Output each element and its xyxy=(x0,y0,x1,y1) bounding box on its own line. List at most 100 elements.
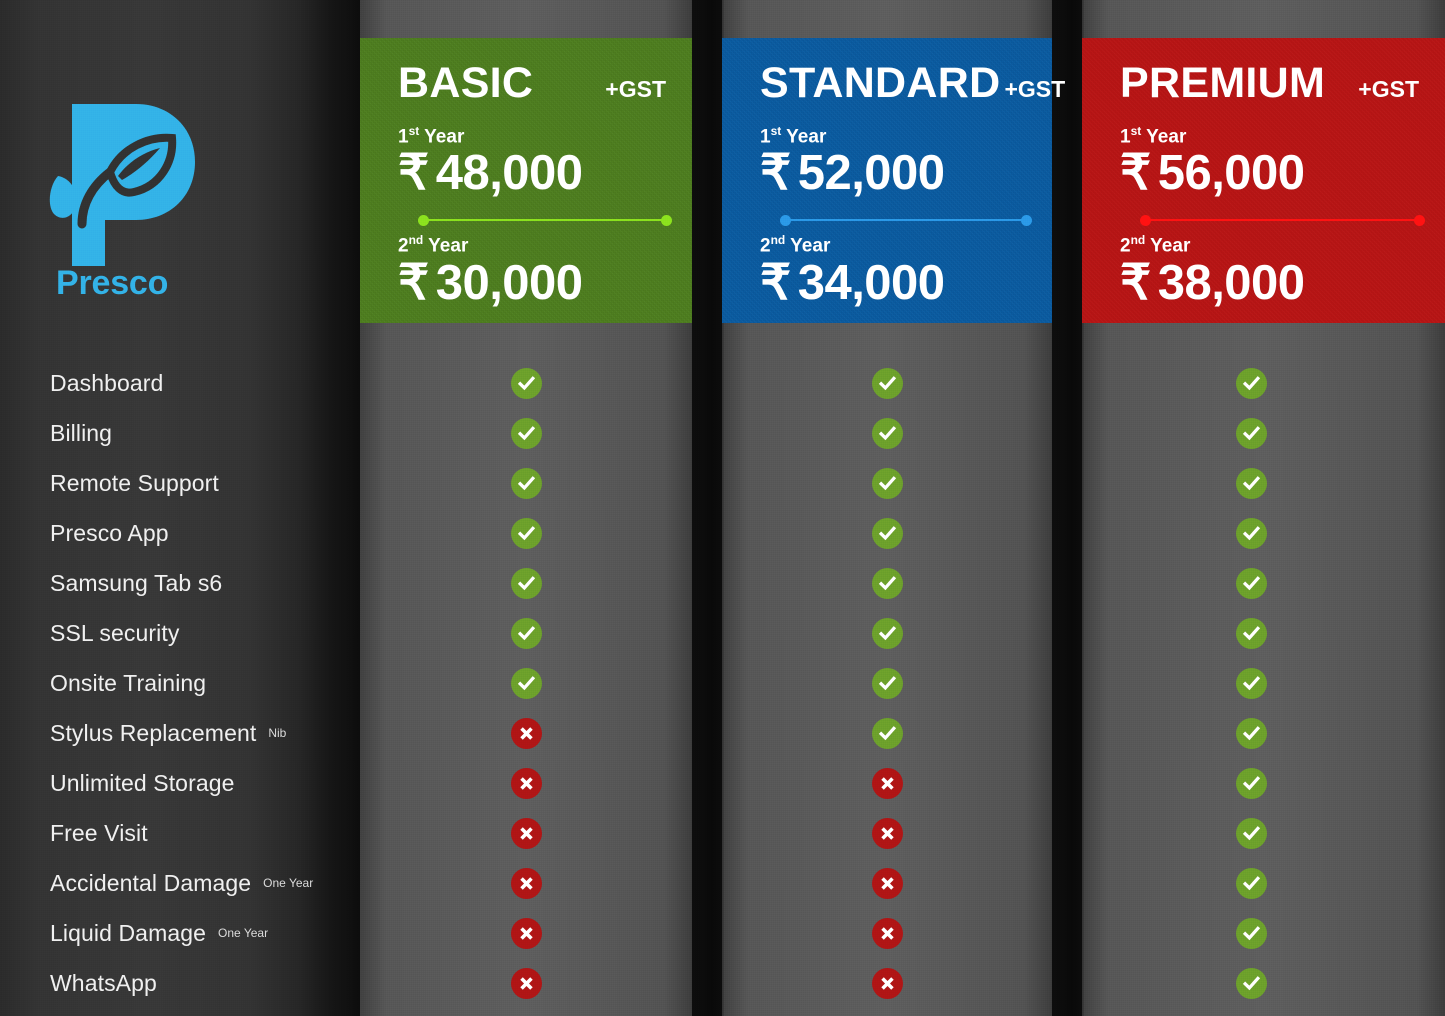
cross-icon xyxy=(871,767,903,799)
divider-dot-right xyxy=(1414,215,1425,227)
status-cell xyxy=(360,508,692,558)
feature-label-list: Dashboard Billing Remote Support Presco App… xyxy=(50,358,350,1008)
status-cell xyxy=(360,558,692,608)
check-icon xyxy=(1236,767,1267,799)
feature-label: Presco App xyxy=(50,519,169,546)
status-cell xyxy=(722,758,1052,808)
status-cell xyxy=(360,758,692,808)
check-icon xyxy=(871,617,903,649)
check-icon xyxy=(1236,667,1267,699)
check-icon xyxy=(871,717,903,749)
plan-title-row: PREMIUM +GST xyxy=(1120,62,1445,105)
status-cell xyxy=(1082,808,1445,858)
status-cell xyxy=(360,808,692,858)
cross-icon xyxy=(510,717,542,749)
feature-label: Free Visit xyxy=(50,819,148,846)
feature-row: Stylus Replacement Nib xyxy=(50,708,350,758)
status-cell xyxy=(722,658,1052,708)
feature-label: Unlimited Storage xyxy=(50,769,235,796)
status-cell xyxy=(1082,508,1445,558)
column-separator xyxy=(692,0,724,1016)
price-divider-premium xyxy=(1140,214,1425,227)
feature-label: Samsung Tab s6 xyxy=(50,569,223,596)
feature-label: SSL security xyxy=(50,619,180,646)
pricing-comparison-table: Presco BASIC +GST 1st Year ₹48,000 2nd Y… xyxy=(0,0,1445,1016)
cross-icon xyxy=(510,967,542,999)
divider-bar xyxy=(424,219,666,222)
second-year-label-premium: 2nd Year xyxy=(1120,233,1191,257)
status-cell xyxy=(360,358,692,408)
feature-row: Accidental Damage One Year xyxy=(50,858,350,908)
feature-row: Liquid Damage One Year xyxy=(50,908,350,958)
feature-row: Onsite Training xyxy=(50,658,350,708)
second-year-price-basic: ₹30,000 xyxy=(398,255,583,310)
status-cell xyxy=(722,708,1052,758)
feature-note: One Year xyxy=(263,876,314,890)
status-cell xyxy=(1082,608,1445,658)
feature-label: WhatsApp xyxy=(50,969,157,996)
feature-label: Accidental Damage xyxy=(50,869,252,896)
second-year-price-standard: ₹34,000 xyxy=(760,255,945,310)
status-cell xyxy=(360,958,692,1008)
status-cell xyxy=(1082,858,1445,908)
divider-bar xyxy=(1146,219,1419,222)
price-divider-standard xyxy=(780,214,1032,227)
divider-bar xyxy=(786,219,1026,222)
status-cell xyxy=(1082,458,1445,508)
check-icon xyxy=(510,517,542,549)
divider-dot-right xyxy=(661,215,672,227)
feature-note: One Year xyxy=(218,926,269,940)
check-icon xyxy=(871,417,903,449)
plan-header-premium: PREMIUM +GST 1st Year ₹56,000 2nd Year ₹… xyxy=(1082,38,1445,323)
plan-title-row: BASIC +GST xyxy=(398,62,692,105)
first-year-label-premium: 1st Year xyxy=(1120,124,1187,148)
feature-row: Unlimited Storage xyxy=(50,758,350,808)
feature-row: SSL security xyxy=(50,608,350,658)
status-cell xyxy=(722,958,1052,1008)
first-year-price-standard: ₹52,000 xyxy=(760,146,945,201)
status-cell xyxy=(722,358,1052,408)
feature-label: Remote Support xyxy=(50,469,219,496)
cross-icon xyxy=(871,917,903,949)
feature-note: Nib xyxy=(268,726,287,740)
status-cell xyxy=(722,408,1052,458)
check-icon xyxy=(1236,617,1267,649)
plan-title-row: STANDARD +GST xyxy=(760,59,1065,107)
check-icon xyxy=(510,567,542,599)
feature-row: Presco App xyxy=(50,508,350,558)
cross-icon xyxy=(871,817,903,849)
cross-icon xyxy=(510,867,542,899)
gst-label-premium: +GST xyxy=(1358,76,1419,102)
status-cell xyxy=(722,908,1052,958)
check-icon xyxy=(510,667,542,699)
status-cell xyxy=(722,558,1052,608)
feature-label: Dashboard xyxy=(50,369,164,396)
status-cell xyxy=(722,808,1052,858)
feature-row: Samsung Tab s6 xyxy=(50,558,350,608)
cross-icon xyxy=(871,967,903,999)
plan-name-basic: BASIC xyxy=(398,59,534,107)
brand-name: Presco xyxy=(56,264,169,302)
check-icon xyxy=(871,567,903,599)
check-icon xyxy=(871,517,903,549)
check-icon xyxy=(1236,967,1267,999)
presco-leaf-p-logo-icon xyxy=(49,104,195,266)
check-icon xyxy=(871,367,903,399)
plan-header-basic: BASIC +GST 1st Year ₹48,000 2nd Year ₹30… xyxy=(360,38,692,323)
status-cell xyxy=(1082,958,1445,1008)
status-cell xyxy=(722,458,1052,508)
cross-icon xyxy=(510,817,542,849)
check-icon xyxy=(1236,717,1267,749)
status-cell xyxy=(1082,408,1445,458)
status-column-standard xyxy=(722,358,1052,1008)
plan-name-standard: STANDARD xyxy=(760,59,1001,107)
status-cell xyxy=(360,408,692,458)
check-icon xyxy=(510,617,542,649)
first-year-price-basic: ₹48,000 xyxy=(398,146,583,201)
check-icon xyxy=(510,367,542,399)
feature-label: Onsite Training xyxy=(50,669,207,696)
check-icon xyxy=(1236,517,1267,549)
status-cell xyxy=(1082,758,1445,808)
feature-label: Stylus Replacement xyxy=(50,719,257,746)
check-icon xyxy=(510,467,542,499)
